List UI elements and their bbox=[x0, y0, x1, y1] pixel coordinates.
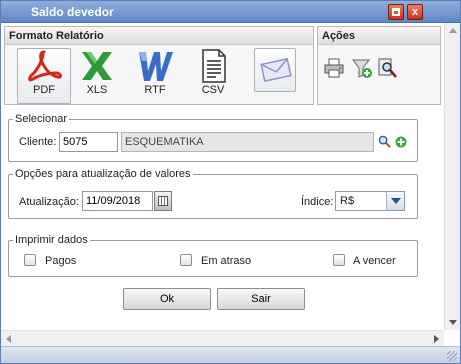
maximize-icon bbox=[392, 8, 400, 16]
rtf-icon bbox=[139, 52, 173, 81]
ok-button[interactable]: Ok bbox=[123, 288, 211, 310]
chevron-down-icon bbox=[391, 198, 401, 204]
format-panel-header: Formato Relatório bbox=[5, 27, 313, 45]
vertical-scrollbar[interactable] bbox=[444, 23, 460, 330]
to-due-checkbox[interactable] bbox=[333, 254, 345, 266]
client-label: Cliente: bbox=[19, 136, 57, 148]
scroll-right-icon[interactable] bbox=[434, 335, 439, 343]
window-title: Saldo devedor bbox=[31, 5, 114, 19]
calendar-icon bbox=[158, 196, 168, 206]
export-xls-button[interactable]: XLS bbox=[76, 49, 118, 99]
index-select-value: R$ bbox=[340, 195, 355, 207]
overdue-label: Em atraso bbox=[201, 255, 252, 267]
email-button[interactable] bbox=[254, 48, 296, 92]
print-data-legend: Imprimir dados bbox=[15, 234, 88, 246]
index-select[interactable]: R$ bbox=[335, 191, 405, 211]
horizontal-scrollbar[interactable] bbox=[1, 330, 444, 346]
update-options-legend: Opções para atualização de valores bbox=[15, 168, 191, 180]
actions-panel-header: Ações bbox=[318, 27, 440, 45]
actions-panel: Ações bbox=[317, 26, 441, 105]
close-icon: x bbox=[411, 6, 419, 18]
scroll-down-icon[interactable] bbox=[449, 320, 457, 325]
export-pdf-button[interactable]: PDF bbox=[23, 49, 65, 99]
csv-label: CSV bbox=[201, 84, 225, 96]
client-code-input[interactable]: 5075 bbox=[59, 132, 118, 152]
title-bar[interactable]: Saldo devedor x bbox=[1, 1, 460, 23]
select-client-legend: Selecionar bbox=[15, 113, 67, 125]
scroll-up-icon[interactable] bbox=[449, 28, 457, 33]
envelope-icon bbox=[260, 58, 292, 82]
index-dropdown-button[interactable] bbox=[386, 192, 404, 210]
update-date-label: Atualização: bbox=[19, 196, 79, 208]
paid-checkbox[interactable] bbox=[24, 254, 36, 266]
format-panel: Formato Relatório PDF XLS RTF CSV bbox=[4, 26, 314, 105]
search-report-icon[interactable] bbox=[376, 57, 398, 79]
overdue-checkbox[interactable] bbox=[180, 254, 192, 266]
xls-icon bbox=[82, 52, 112, 80]
maximize-button[interactable] bbox=[388, 4, 404, 20]
pdf-label: PDF bbox=[33, 84, 55, 96]
xls-label: XLS bbox=[86, 84, 108, 96]
csv-icon bbox=[202, 49, 226, 83]
paid-label: Pagos bbox=[45, 255, 77, 267]
pdf-icon bbox=[28, 50, 62, 82]
report-window: Saldo devedor x Formato Relatório PDF XL… bbox=[0, 0, 461, 364]
client-name-field: ESQUEMATIKA bbox=[121, 132, 374, 152]
rtf-label: RTF bbox=[144, 84, 166, 96]
scroll-left-icon[interactable] bbox=[6, 335, 11, 343]
close-button[interactable]: x bbox=[407, 4, 423, 20]
resize-grip-icon[interactable] bbox=[447, 351, 457, 361]
exit-button[interactable]: Sair bbox=[217, 288, 305, 310]
printer-icon[interactable] bbox=[323, 57, 345, 79]
update-date-input[interactable]: 11/09/2018 bbox=[82, 191, 153, 211]
to-due-label: A vencer bbox=[353, 255, 396, 267]
calendar-button[interactable] bbox=[154, 191, 172, 211]
export-rtf-button[interactable]: RTF bbox=[134, 49, 176, 99]
status-bar bbox=[1, 346, 460, 363]
index-label: Índice: bbox=[301, 196, 334, 208]
export-csv-button[interactable]: CSV bbox=[192, 49, 234, 99]
search-icon[interactable] bbox=[378, 135, 391, 148]
filter-add-icon[interactable] bbox=[351, 57, 373, 79]
add-client-icon[interactable] bbox=[395, 136, 407, 148]
